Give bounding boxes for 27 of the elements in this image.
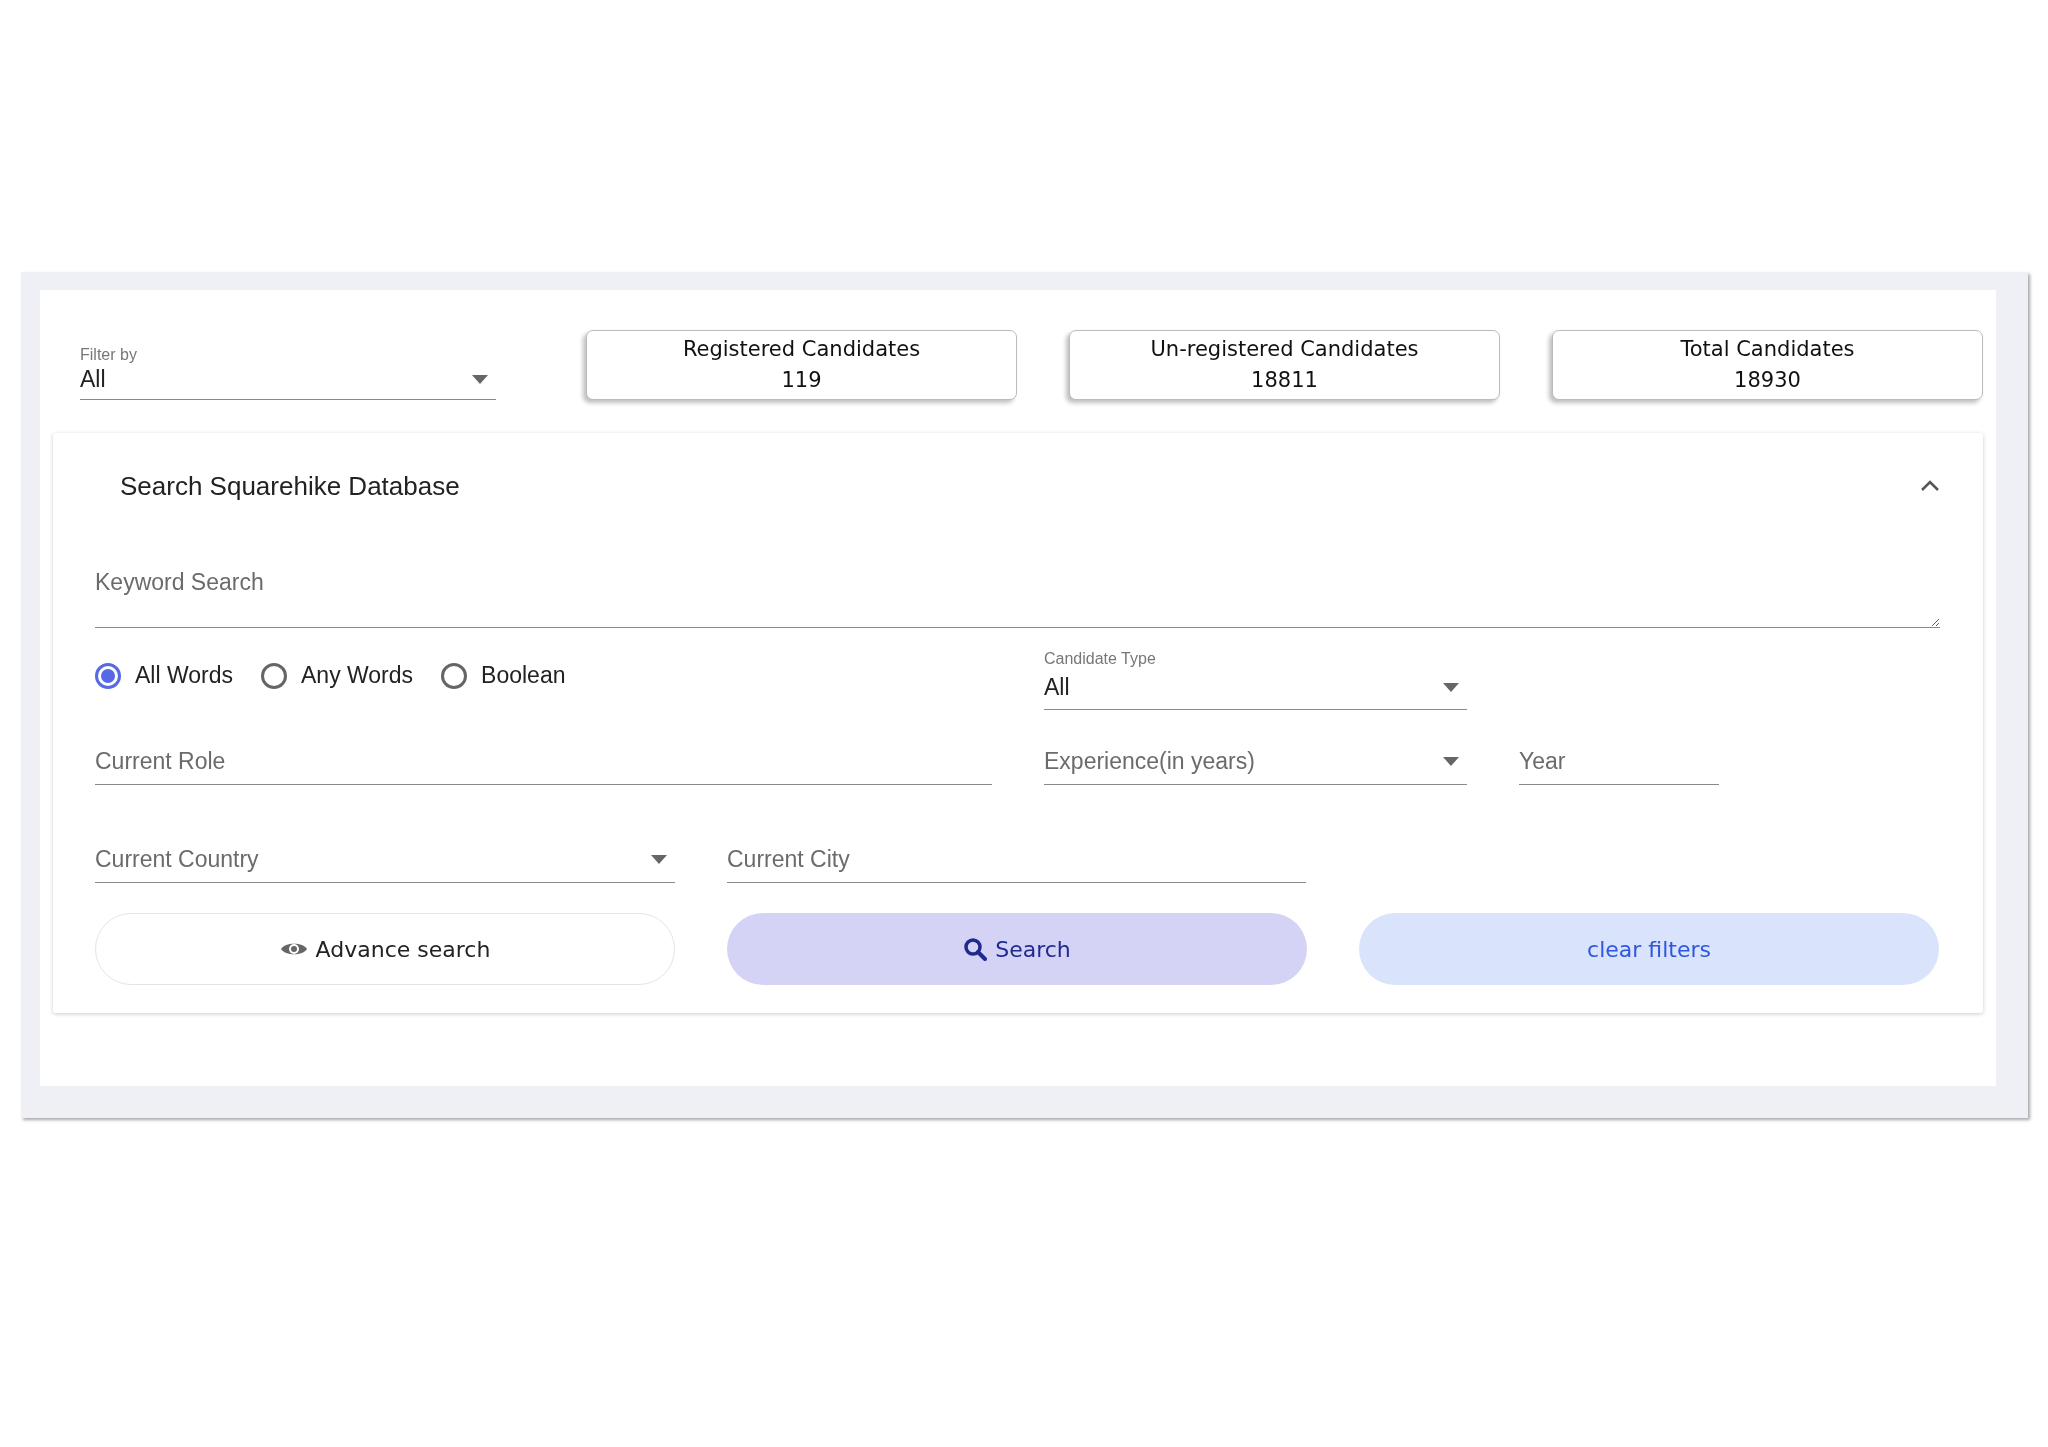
radio-option[interactable]: All Words [95, 662, 233, 689]
stat-value: 18930 [1734, 367, 1801, 394]
text-field[interactable]: Current Role [95, 745, 992, 785]
dropdown-field[interactable]: Current Country [95, 843, 675, 883]
radio-option[interactable]: Boolean [441, 662, 566, 689]
advance-search-button[interactable]: Advance search [95, 913, 675, 985]
candidate-type-dropdown[interactable]: Candidate Type All [1044, 650, 1467, 710]
stat-label: Un-registered Candidates [1150, 336, 1419, 363]
caret-icon [472, 375, 488, 384]
search-button[interactable]: Search [727, 913, 1307, 985]
stat-label: Total Candidates [1680, 336, 1855, 363]
stat-value: 119 [781, 367, 822, 394]
text-field[interactable]: Year [1519, 745, 1719, 785]
eye-icon [279, 941, 308, 957]
panel-title: Search Squarehike Database [120, 470, 460, 502]
stat-value: 18811 [1251, 367, 1318, 394]
text-field[interactable]: Current City [727, 843, 1306, 883]
caret-icon [1443, 757, 1459, 766]
radio-option[interactable]: Any Words [261, 662, 414, 689]
clear-filters-button[interactable]: clear filters [1359, 913, 1939, 985]
caret-icon [1443, 683, 1459, 692]
chevron-icon[interactable] [1920, 480, 1940, 492]
dropdown-field[interactable]: Experience(in years) [1044, 745, 1467, 785]
stat-label: Registered Candidates [682, 336, 921, 363]
search-icon [963, 937, 988, 961]
filter-dropdown[interactable]: Filter by All [80, 346, 496, 400]
caret-icon [651, 855, 667, 864]
